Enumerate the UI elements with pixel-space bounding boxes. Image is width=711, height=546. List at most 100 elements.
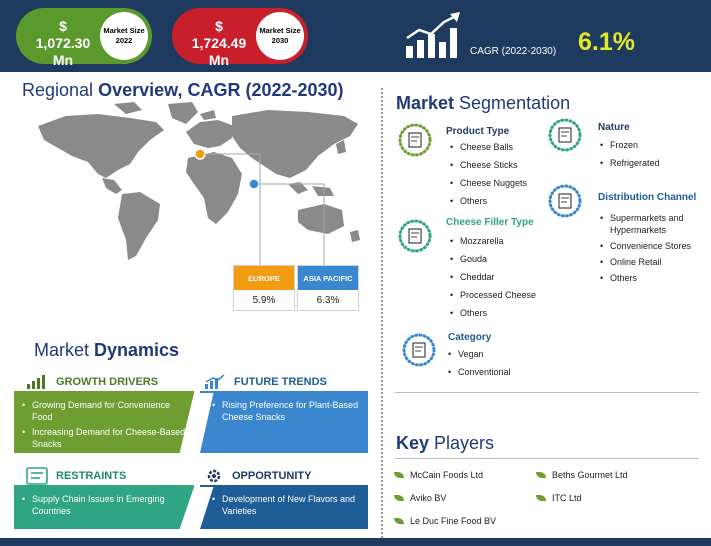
regional-title-part-a: Regional — [22, 80, 99, 100]
nature-title: Nature — [598, 122, 630, 133]
region-value: 6.3% — [316, 294, 340, 306]
category-item: Vegan — [446, 345, 511, 363]
future-trends-header: FUTURE TRENDS — [200, 371, 368, 393]
future-trends-title: FUTURE TRENDS — [234, 376, 327, 388]
growth-driver-item: Increasing Demand for Cheese-Based Snack… — [22, 426, 186, 450]
nature-list: Frozen Refrigerated — [598, 136, 660, 172]
distribution-channel-item: Supermarkets and Hypermarkets — [598, 212, 702, 236]
restraints-icon — [26, 467, 48, 485]
distribution-channel-title: Distribution Channel — [598, 192, 697, 203]
cheese-filler-type-list: Mozzarella Gouda Cheddar Processed Chees… — [448, 232, 536, 322]
product-type-title: Product Type — [446, 126, 510, 137]
opportunity-item: Development of New Flavors and Varieties — [212, 493, 360, 517]
market-size-2022-pill: $ 1,072.30 Mn Market Size 2022 — [16, 8, 152, 68]
leaf-icon — [394, 518, 404, 524]
key-player-name: ITC Ltd — [552, 493, 582, 503]
cheese-filler-item: Mozzarella — [448, 232, 536, 250]
cheese-filler-item: Cheddar — [448, 268, 536, 286]
distribution-channel-item: Online Retail — [598, 256, 702, 268]
product-type-item: Others — [448, 192, 527, 210]
category-title: Category — [448, 332, 492, 343]
region-name: ASIA PACIFIC — [298, 266, 358, 290]
cagr-label: CAGR (2022-2030) — [470, 46, 557, 57]
product-type-item: Cheese Sticks — [448, 156, 527, 174]
key-player-item: Le Duc Fine Food BV — [394, 516, 496, 526]
market-segmentation-title: Market Segmentation — [396, 93, 570, 114]
key-player-name: Beths Gourmet Ltd — [552, 470, 628, 480]
restraints-header: RESTRAINTS — [14, 465, 194, 487]
bottom-bar — [0, 538, 711, 546]
distribution-channel-list: Supermarkets and Hypermarkets Convenienc… — [598, 212, 702, 288]
future-trends-box: Rising Preference for Plant-Based Cheese… — [200, 393, 368, 453]
future-trend-item: Rising Preference for Plant-Based Cheese… — [212, 399, 360, 423]
distribution-channel-icon — [548, 184, 582, 218]
opportunity-gear-icon — [207, 469, 221, 483]
growth-drivers-header: GROWTH DRIVERS — [14, 371, 194, 393]
opportunity-header: OPPORTUNITY — [200, 465, 368, 487]
dynamics-title-part-b: Dynamics — [94, 340, 180, 360]
product-type-icon — [398, 123, 432, 157]
europe-marker — [194, 148, 206, 160]
key-player-name: Le Duc Fine Food BV — [410, 516, 497, 526]
future-trends-icon — [205, 374, 225, 389]
cheese-filler-item: Processed Cheese — [448, 286, 536, 304]
key-player-name: Aviko BV — [410, 493, 447, 503]
key-players-title-part-b: Players — [434, 433, 495, 453]
nature-icon — [548, 118, 582, 152]
key-player-item: Aviko BV — [394, 493, 446, 503]
region-value: 5.9% — [252, 294, 276, 306]
key-player-item: McCain Foods Ltd — [394, 470, 483, 480]
key-players-underline — [395, 458, 699, 459]
category-icon — [402, 333, 436, 367]
dynamics-title-part-a: Market — [34, 340, 95, 360]
region-name: EUROPE — [234, 266, 294, 290]
regional-title-part-b: Overview, CAGR (2022-2030) — [98, 80, 344, 100]
restraint-item: Supply Chain Issues in Emerging Countrie… — [22, 493, 186, 517]
distribution-channel-item: Convenience Stores — [598, 240, 702, 252]
segmentation-title-part-b: Segmentation — [459, 93, 571, 113]
region-card-europe: EUROPE 5.9% — [233, 265, 295, 311]
growth-drivers-box: Growing Demand for Convenience Food Incr… — [14, 393, 194, 453]
key-players-divider — [395, 392, 699, 393]
growth-chart-icon — [406, 12, 460, 58]
distribution-channel-item: Others — [598, 272, 702, 284]
asia-pacific-marker — [248, 178, 260, 190]
segmentation-title-part-a: Market — [396, 93, 460, 113]
key-player-item: Beths Gourmet Ltd — [536, 470, 628, 480]
market-size-2022-label: Market Size 2022 — [100, 12, 148, 60]
cheese-filler-item: Gouda — [448, 250, 536, 268]
restraints-title: RESTRAINTS — [56, 470, 127, 482]
leaf-icon — [394, 495, 404, 501]
market-size-2030-label: Market Size 2030 — [256, 12, 304, 60]
cheese-filler-type-icon — [398, 219, 432, 253]
cheese-filler-item: Others — [448, 304, 536, 322]
cagr-value: 6.1% — [578, 28, 635, 56]
world-map — [38, 102, 360, 265]
category-list: Vegan Conventional — [446, 345, 511, 381]
region-card-asia-pacific: ASIA PACIFIC 6.3% — [297, 265, 359, 311]
nature-item: Refrigerated — [598, 154, 660, 172]
market-size-2022-value: $ 1,072.30 Mn — [35, 18, 91, 68]
growth-driver-item: Growing Demand for Convenience Food — [22, 399, 186, 423]
vertical-divider — [381, 88, 383, 538]
key-players-title: Key Players — [396, 433, 494, 454]
nature-item: Frozen — [598, 136, 660, 154]
top-banner: $ 1,072.30 Mn Market Size 2022 $ 1,724.4… — [0, 0, 711, 72]
key-players-title-part-a: Key — [396, 433, 435, 453]
leaf-icon — [536, 495, 546, 501]
restraints-box: Supply Chain Issues in Emerging Countrie… — [14, 487, 194, 529]
market-size-2030-pill: $ 1,724.49 Mn Market Size 2030 — [172, 8, 308, 68]
regional-overview-title: Regional Overview, CAGR (2022-2030) — [22, 80, 344, 101]
cheese-filler-type-title: Cheese Filler Type — [446, 217, 534, 228]
leaf-icon — [536, 472, 546, 478]
product-type-item: Cheese Balls — [448, 138, 527, 156]
key-player-name: McCain Foods Ltd — [410, 470, 484, 480]
opportunity-box: Development of New Flavors and Varieties — [200, 487, 368, 529]
product-type-list: Cheese Balls Cheese Sticks Cheese Nugget… — [448, 138, 527, 210]
category-item: Conventional — [446, 363, 511, 381]
opportunity-title: OPPORTUNITY — [232, 470, 312, 482]
market-size-2030-value: $ 1,724.49 Mn — [191, 18, 247, 68]
key-player-item: ITC Ltd — [536, 493, 582, 503]
product-type-item: Cheese Nuggets — [448, 174, 527, 192]
leaf-icon — [394, 472, 404, 478]
